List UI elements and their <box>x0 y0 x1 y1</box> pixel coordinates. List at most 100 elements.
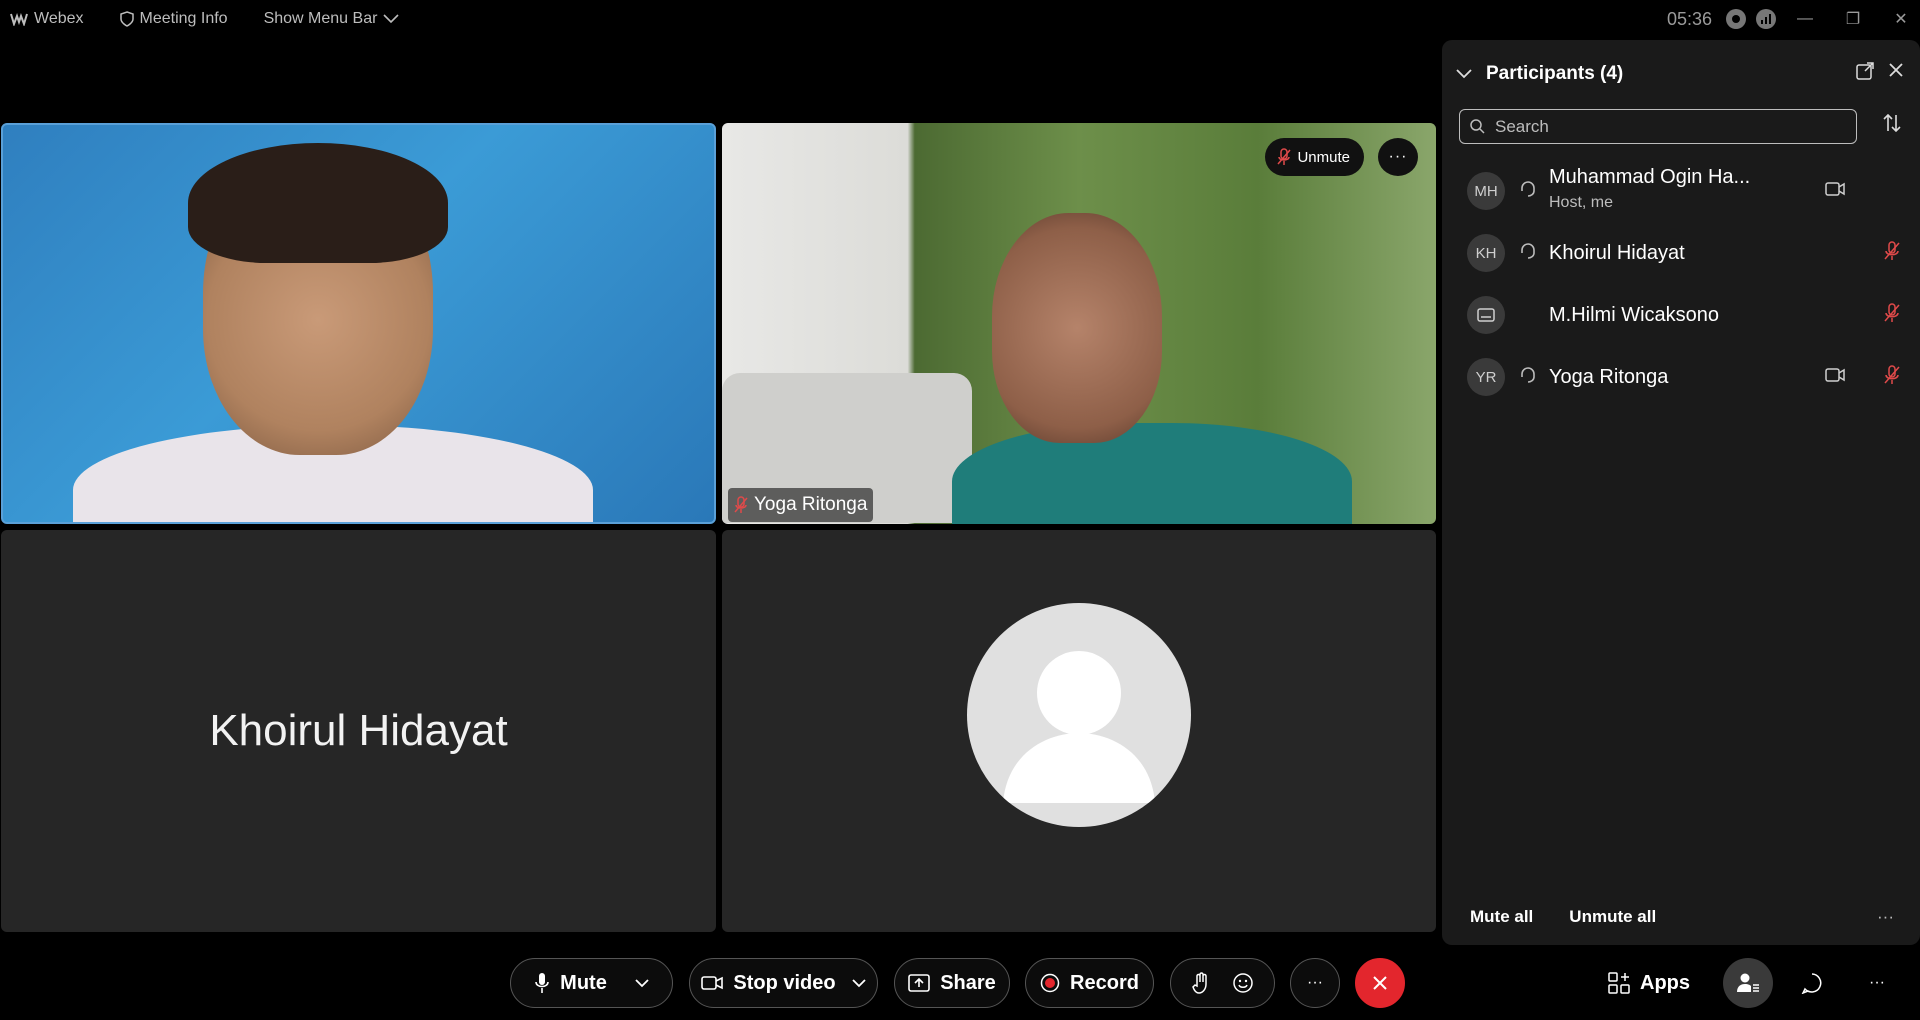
participant-role: Host, me <box>1549 194 1614 211</box>
signal-icon[interactable] <box>1756 9 1776 29</box>
mic-off-icon[interactable] <box>1884 240 1900 266</box>
meeting-info-label: Meeting Info <box>139 10 228 27</box>
participant-row[interactable]: M.Hilmi Wicaksono <box>1442 284 1920 346</box>
more-icon: ··· <box>1388 148 1408 165</box>
stop-video-button[interactable]: Stop video <box>689 958 878 1008</box>
show-menu-bar-label: Show Menu Bar <box>263 10 378 27</box>
mic-icon <box>535 973 549 993</box>
end-call-icon <box>1373 976 1387 990</box>
more-icon: ··· <box>1869 974 1885 991</box>
mute-label: Mute <box>560 971 607 994</box>
video-tile-hilmi[interactable] <box>722 530 1436 932</box>
mic-off-icon <box>1277 148 1292 165</box>
webex-brand[interactable]: Webex <box>10 10 84 28</box>
record-label: Record <box>1070 971 1139 994</box>
title-bar-right: 05:36 — ❐ ✕ <box>1667 0 1920 38</box>
unmute-all-button[interactable]: Unmute all <box>1569 907 1656 927</box>
record-icon <box>1040 973 1060 993</box>
avatar: YR <box>1467 358 1505 396</box>
mute-all-button[interactable]: Mute all <box>1470 907 1533 927</box>
participant-video-face <box>992 213 1162 443</box>
participant-name: M.Hilmi Wicaksono <box>1549 303 1720 326</box>
participant-name: Muhammad Ogin Ha... <box>1549 166 1751 188</box>
chevron-down-icon[interactable] <box>851 978 866 988</box>
panel-more-button[interactable]: ··· <box>1877 907 1894 927</box>
avatar <box>1467 296 1505 334</box>
device-icon <box>1477 308 1495 322</box>
raise-hand-icon[interactable] <box>1191 972 1210 994</box>
apps-label: Apps <box>1640 971 1690 994</box>
video-tile-self[interactable] <box>1 123 716 524</box>
close-window-button[interactable]: ✕ <box>1882 9 1920 29</box>
mute-button[interactable]: Mute <box>510 958 673 1008</box>
participant-video-body <box>952 423 1352 524</box>
record-button[interactable]: Record <box>1025 958 1154 1008</box>
video-tile-khoirul[interactable]: Khoirul Hidayat <box>1 530 716 932</box>
reactions-group <box>1170 958 1275 1008</box>
search-placeholder: Search <box>1495 116 1549 136</box>
record-indicator-icon[interactable] <box>1726 9 1746 29</box>
chat-button[interactable] <box>1787 958 1837 1008</box>
mic-off-icon[interactable] <box>1884 302 1900 328</box>
camera-icon[interactable] <box>1825 181 1845 201</box>
chevron-down-icon[interactable] <box>635 978 649 988</box>
tile-more-button[interactable]: ··· <box>1378 138 1418 176</box>
more-icon: ··· <box>1307 974 1323 991</box>
meeting-info-button[interactable]: Meeting Info <box>119 10 228 28</box>
unmute-button[interactable]: Unmute <box>1265 138 1364 176</box>
tile-participant-name: Khoirul Hidayat <box>209 706 508 755</box>
show-menu-bar-button[interactable]: Show Menu Bar <box>264 10 400 28</box>
end-call-button[interactable] <box>1355 958 1405 1008</box>
webex-logo-icon <box>10 13 28 26</box>
meeting-controls: Mute Stop video Share Record ··· Apps ··… <box>0 945 1920 1020</box>
participants-button[interactable] <box>1723 958 1773 1008</box>
sort-icon[interactable] <box>1882 113 1902 137</box>
participants-title: Participants (4) <box>1486 63 1624 84</box>
participants-icon <box>1737 973 1759 992</box>
share-label: Share <box>940 971 996 994</box>
share-icon <box>908 974 931 992</box>
chevron-down-icon[interactable] <box>1456 69 1472 79</box>
participants-panel: Participants (4) Search MH Muhammad Ogin… <box>1442 40 1920 945</box>
participant-row[interactable]: KH Khoirul Hidayat <box>1442 222 1920 284</box>
avatar: KH <box>1467 234 1505 272</box>
mic-off-icon <box>734 496 748 513</box>
tile-name: Yoga Ritonga <box>754 494 868 515</box>
minimize-window-button[interactable]: — <box>1786 10 1824 28</box>
apps-button[interactable]: Apps <box>1608 965 1690 1001</box>
headset-icon <box>1519 180 1537 203</box>
shield-icon <box>119 11 134 27</box>
avatar: MH <box>1467 172 1505 210</box>
mic-off-icon[interactable] <box>1884 364 1900 390</box>
share-button[interactable]: Share <box>894 958 1010 1008</box>
participants-header: Participants (4) <box>1456 58 1906 90</box>
headset-icon <box>1519 242 1537 265</box>
search-icon <box>1470 119 1485 134</box>
participant-name: Yoga Ritonga <box>1549 365 1669 388</box>
participant-list: MH Muhammad Ogin Ha... Host, me KH Khoir… <box>1442 160 1920 408</box>
video-icon <box>701 976 724 990</box>
camera-icon[interactable] <box>1825 367 1845 387</box>
chat-icon <box>1801 973 1822 994</box>
clock: 05:36 <box>1666 8 1712 29</box>
participant-video-hair <box>188 143 448 263</box>
restore-window-button[interactable]: ❐ <box>1834 9 1872 29</box>
popout-icon[interactable] <box>1856 62 1874 85</box>
app-name: Webex <box>34 10 84 27</box>
participant-name: Khoirul Hidayat <box>1549 241 1685 264</box>
toolbar-more-button[interactable]: ··· <box>1852 958 1902 1008</box>
close-icon[interactable] <box>1888 62 1904 83</box>
participant-search-input[interactable]: Search <box>1459 109 1857 144</box>
stop-video-label: Stop video <box>733 971 836 994</box>
more-options-button[interactable]: ··· <box>1290 958 1340 1008</box>
unmute-label: Unmute <box>1297 148 1350 166</box>
headset-icon <box>1519 366 1537 389</box>
tile-name-tag: Yoga Ritonga <box>728 488 874 522</box>
apps-icon <box>1608 972 1630 994</box>
participant-row[interactable]: YR Yoga Ritonga <box>1442 346 1920 408</box>
video-tile-yoga[interactable]: Unmute ··· Yoga Ritonga <box>722 123 1436 524</box>
chevron-down-icon <box>383 14 399 24</box>
reactions-icon[interactable] <box>1232 972 1254 994</box>
participant-row[interactable]: MH Muhammad Ogin Ha... Host, me <box>1442 160 1920 222</box>
participants-footer: Mute all Unmute all ··· <box>1442 889 1920 945</box>
